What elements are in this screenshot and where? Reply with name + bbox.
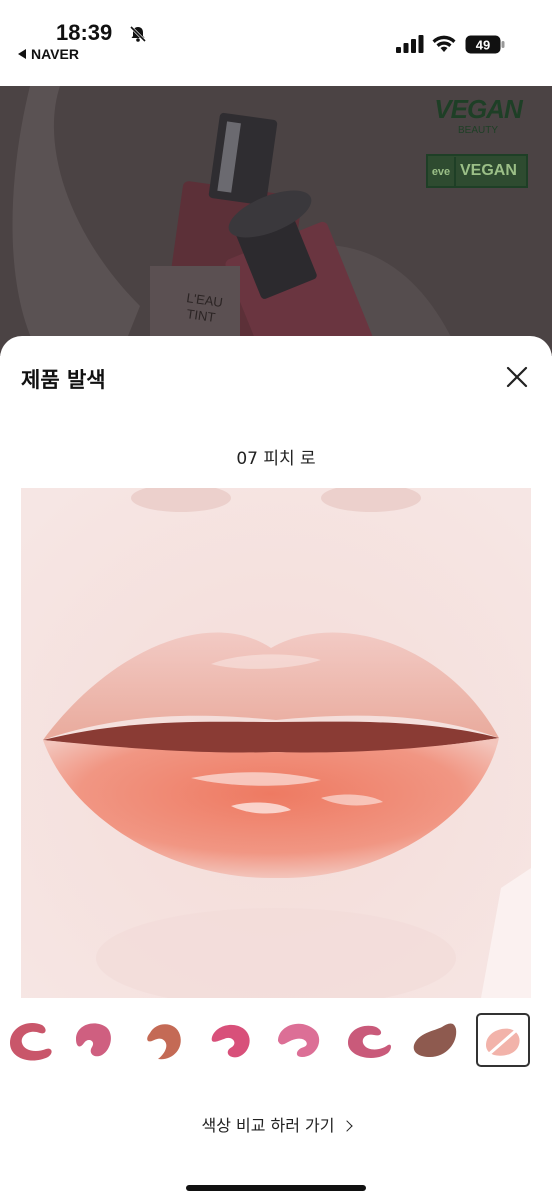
back-arrow-icon (18, 49, 26, 59)
shade-bottom-sheet: 제품 발색 07 피치 로 색상 비교 하러 가기 (0, 336, 552, 1200)
compare-shades-label: 색상 비교 하러 가기 (201, 1116, 335, 1135)
product-banner: L'EAU TINT VEGAN BEAUTY eve VEGAN (0, 86, 552, 356)
close-icon[interactable] (502, 362, 532, 392)
shade-swatch-4[interactable] (204, 1013, 258, 1067)
eve-vegan-badge: eve VEGAN (426, 154, 528, 188)
shade-swatch-2[interactable] (66, 1013, 120, 1067)
status-bar: 18:39 NAVER 49 (0, 0, 552, 86)
swatch-2-smear (76, 1023, 111, 1057)
cellular-signal-icon (396, 35, 424, 53)
compare-shades-link[interactable]: 색상 비교 하러 가기 (0, 1112, 552, 1136)
vegan-logo-subtext: BEAUTY (457, 125, 498, 136)
shade-swatch-7[interactable] (408, 1013, 462, 1067)
swatch-7-smear (413, 1023, 457, 1057)
vegan-logo-text: VEGAN (434, 94, 522, 124)
muted-bell-icon (129, 25, 147, 43)
eve-vegan-text: VEGAN (460, 162, 517, 179)
back-app-label: NAVER (31, 46, 79, 62)
home-indicator[interactable] (186, 1185, 366, 1191)
status-time: 18:39 (56, 20, 113, 45)
swatch-4-smear (211, 1024, 250, 1058)
eve-mark: eve (428, 157, 456, 187)
shade-swatch-3[interactable] (136, 1013, 190, 1067)
back-to-app-link[interactable]: NAVER (18, 46, 79, 62)
battery-level: 49 (476, 38, 490, 53)
swatch-3-smear (147, 1024, 181, 1060)
swatch-6-smear (348, 1025, 391, 1058)
lip-swatch-photo (21, 488, 531, 998)
shade-name: 07 피치 로 (236, 449, 316, 469)
shade-swatch-row (0, 1013, 552, 1069)
shade-swatch-8-selected[interactable] (476, 1013, 530, 1067)
sheet-title: 제품 발색 (21, 368, 106, 392)
shade-swatch-5[interactable] (272, 1013, 326, 1067)
wifi-icon (432, 35, 456, 52)
shade-swatch-1[interactable] (2, 1013, 56, 1067)
swatch-5-smear (278, 1023, 320, 1057)
vegan-beauty-logo: VEGAN BEAUTY (428, 94, 528, 136)
shade-swatch-6[interactable] (342, 1013, 396, 1067)
chevron-right-icon (340, 1120, 353, 1132)
battery-icon: 49 (465, 35, 505, 54)
swatch-1-smear (10, 1023, 52, 1061)
